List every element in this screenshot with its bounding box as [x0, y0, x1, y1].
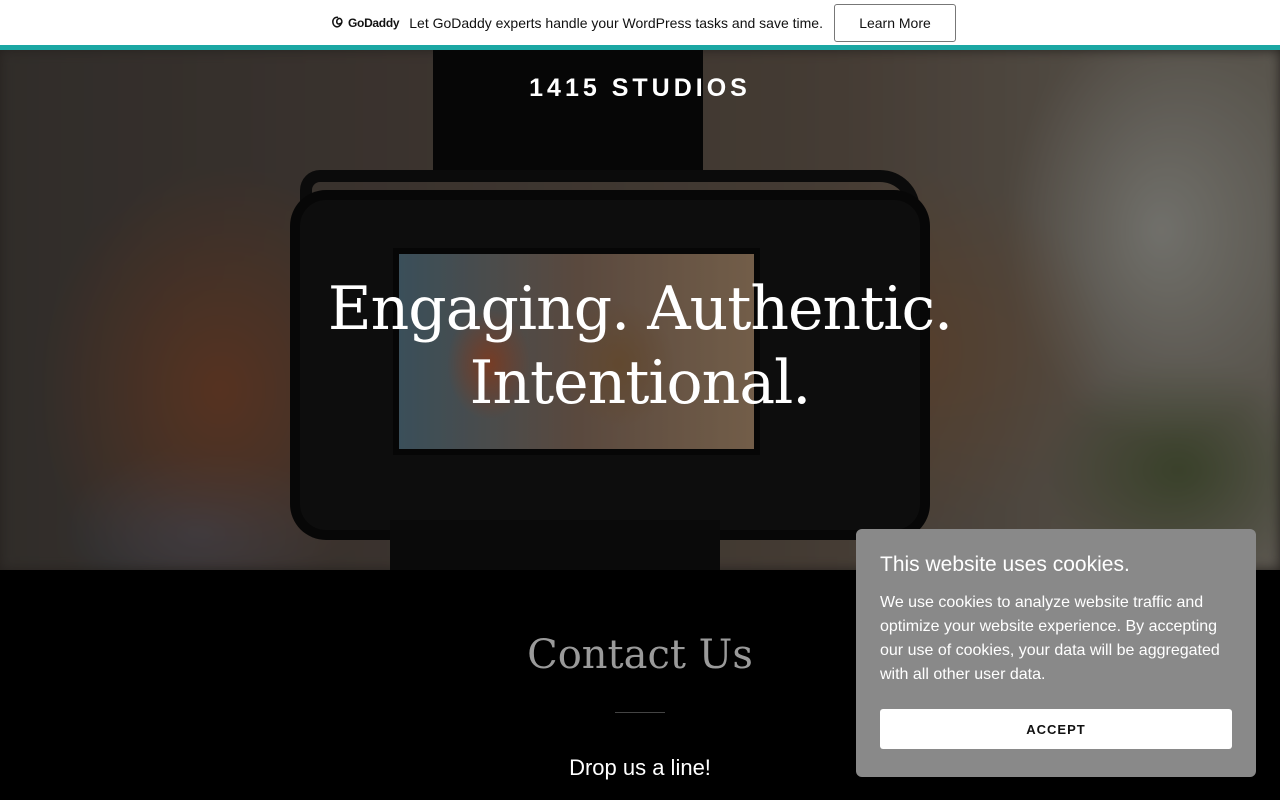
godaddy-logo-icon	[332, 16, 343, 28]
promo-banner: GoDaddy Let GoDaddy experts handle your …	[0, 0, 1280, 50]
hero-headline: Engaging. Authentic. Intentional.	[0, 272, 1280, 420]
hero-headline-line-2: Intentional.	[469, 348, 812, 418]
promo-content: GoDaddy Let GoDaddy experts handle your …	[330, 3, 956, 42]
cookie-title: This website uses cookies.	[880, 553, 1130, 576]
cookie-accept-button[interactable]: ACCEPT	[880, 709, 1232, 749]
promo-message: Let GoDaddy experts handle your WordPres…	[409, 14, 823, 31]
godaddy-logo-text: GoDaddy	[348, 15, 400, 30]
learn-more-button[interactable]: Learn More	[833, 3, 956, 42]
godaddy-logo[interactable]: GoDaddy	[330, 15, 400, 30]
contact-divider	[615, 712, 665, 713]
site-brand-title[interactable]: 1415 STUDIOS	[0, 74, 1280, 103]
cookie-consent-banner: This website uses cookies. We use cookie…	[856, 529, 1256, 777]
cookie-description: We use cookies to analyze website traffi…	[880, 594, 1220, 683]
hero-headline-line-1: Engaging. Authentic.	[327, 274, 953, 344]
